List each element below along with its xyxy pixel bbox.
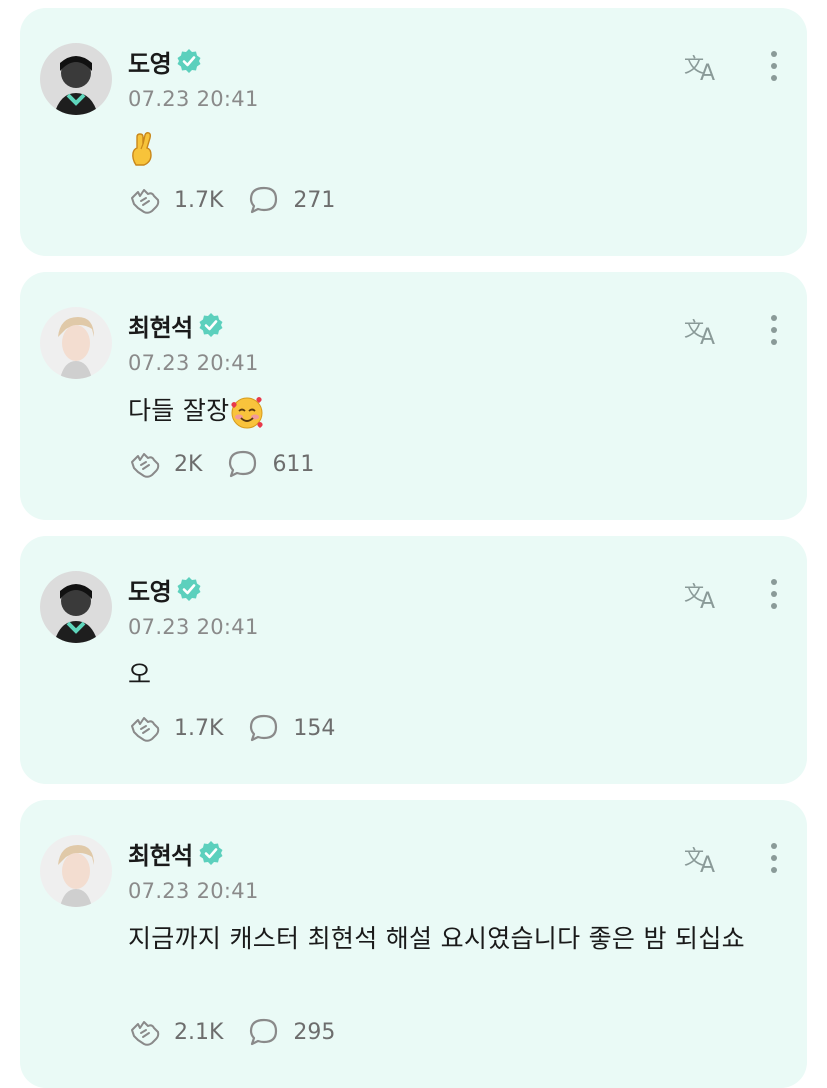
post-time: 07.23 20:41 (128, 615, 259, 639)
more-vertical-icon[interactable] (767, 48, 781, 84)
post-time: 07.23 20:41 (128, 879, 259, 903)
post-card[interactable]: 도영 07.23 20:41 文 A 1.7K 271 (20, 8, 807, 256)
post-text (128, 126, 778, 168)
post-time: 07.23 20:41 (128, 351, 259, 375)
author-name[interactable]: 최현석 (128, 308, 193, 343)
more-vertical-icon[interactable] (767, 576, 781, 612)
like-hands-icon[interactable] (128, 448, 162, 480)
post-stats: 1.7K 154 (128, 712, 335, 744)
post-stats: 2K 611 (128, 448, 314, 480)
verified-badge-icon (199, 313, 223, 337)
like-hands-icon[interactable] (128, 1016, 162, 1048)
author-name[interactable]: 도영 (128, 44, 172, 79)
post-card[interactable]: 최현석 07.23 20:41 지금까지 캐스터 최현석 해설 요시였습니다 좋… (20, 800, 807, 1088)
comment-bubble-icon[interactable] (247, 1016, 281, 1048)
translate-icon[interactable]: 文 A (683, 576, 725, 612)
like-count: 1.7K (174, 187, 224, 213)
comment-count: 271 (293, 187, 336, 213)
like-count: 2.1K (174, 1019, 224, 1045)
svg-text:A: A (700, 325, 715, 348)
post-text: 지금까지 캐스터 최현석 해설 요시였습니다 좋은 밤 되십쇼 (128, 924, 745, 953)
more-vertical-icon[interactable] (767, 840, 781, 876)
comment-count: 295 (293, 1019, 336, 1045)
post-time: 07.23 20:41 (128, 87, 259, 111)
like-hands-icon[interactable] (128, 184, 162, 216)
more-vertical-icon[interactable] (767, 312, 781, 348)
post-text: 오 (128, 660, 152, 689)
comment-bubble-icon[interactable] (226, 448, 260, 480)
verified-badge-icon (177, 49, 201, 73)
verified-badge-icon (199, 841, 223, 865)
post-card[interactable]: 도영 07.23 20:41 오 文 A 1.7K 154 (20, 536, 807, 784)
crossed-fingers-emoji (132, 132, 152, 166)
post-card[interactable]: 최현석 07.23 20:41 다들 잘장 文 A 2K 611 (20, 272, 807, 520)
author-name[interactable]: 도영 (128, 572, 172, 607)
smiling-face-with-hearts-emoji (231, 397, 264, 429)
avatar[interactable] (40, 43, 112, 115)
avatar[interactable] (40, 307, 112, 379)
post-stats: 2.1K 295 (128, 1016, 335, 1048)
svg-text:A: A (700, 589, 715, 612)
svg-text:A: A (700, 61, 715, 84)
comment-bubble-icon[interactable] (247, 712, 281, 744)
author-name[interactable]: 최현석 (128, 836, 193, 871)
post-text-content: 다들 잘장 (128, 396, 230, 425)
svg-text:A: A (700, 853, 715, 876)
post-stats: 1.7K 271 (128, 184, 335, 216)
like-count: 2K (174, 451, 203, 477)
like-count: 1.7K (174, 715, 224, 741)
avatar[interactable] (40, 571, 112, 643)
translate-icon[interactable]: 文 A (683, 48, 725, 84)
comment-count: 611 (272, 451, 315, 477)
translate-icon[interactable]: 文 A (683, 312, 725, 348)
like-hands-icon[interactable] (128, 712, 162, 744)
comment-count: 154 (293, 715, 336, 741)
verified-badge-icon (177, 577, 201, 601)
translate-icon[interactable]: 文 A (683, 840, 725, 876)
post-text: 다들 잘장 (128, 390, 778, 432)
comment-bubble-icon[interactable] (247, 184, 281, 216)
avatar[interactable] (40, 835, 112, 907)
